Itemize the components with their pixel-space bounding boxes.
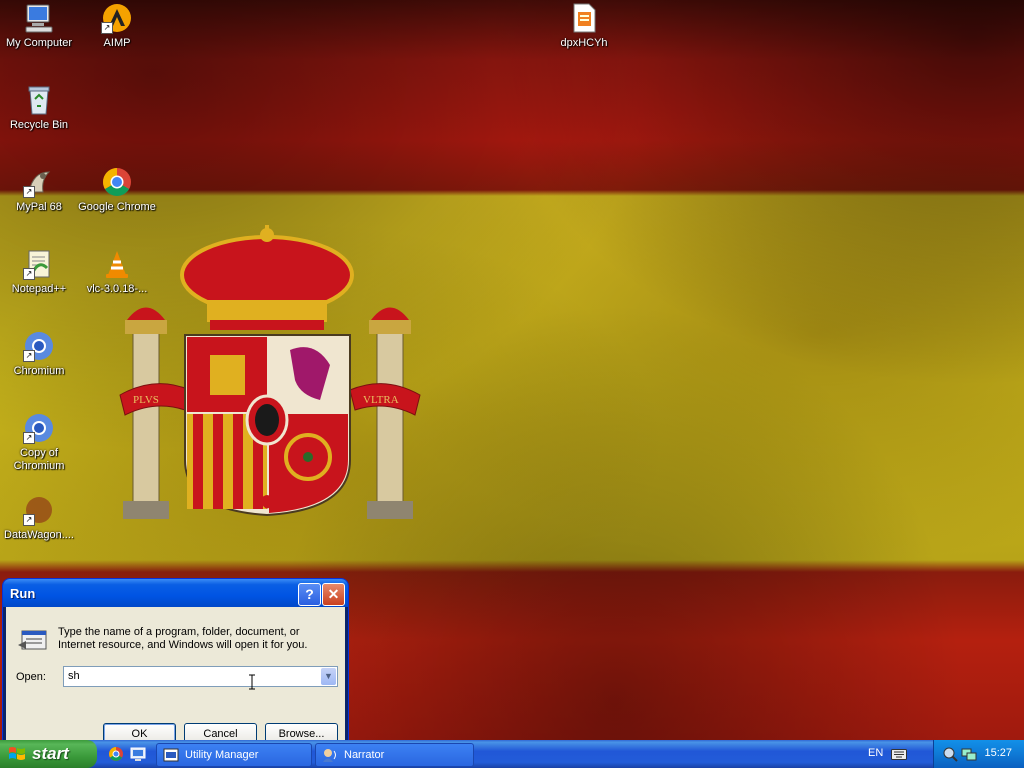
crown [180,225,354,330]
shortcut-arrow-icon: ↗ [23,268,35,280]
windows-logo-icon [9,747,25,760]
taskbar: start Utility Manager Narrator EN 15:27 [0,740,1024,768]
close-button[interactable]: ✕ [322,583,345,606]
shortcut-arrow-icon: ↗ [23,432,35,444]
magnifier-tray-icon[interactable] [942,746,958,762]
start-button[interactable]: start [0,740,97,768]
desktop-icon-vlc[interactable]: vlc-3.0.18-... [78,248,156,296]
network-tray-icon[interactable] [961,746,977,762]
quicklaunch-desktop-icon[interactable] [130,746,146,762]
chrome-icon [101,166,133,198]
run-program-icon [18,630,47,650]
desktop-icon-label: AIMP [103,37,131,49]
desktop-icon-label: Copy of Chromium [13,447,65,472]
chromium-icon: ↗ [23,412,55,444]
task-narrator[interactable]: Narrator [315,743,474,767]
desktop-icon-notepadpp[interactable]: ↗ Notepad++ [0,248,78,296]
motto-left: PLVS [133,394,159,406]
desktop-icon-mypal[interactable]: ↗ MyPal 68 [0,166,78,214]
shortcut-arrow-icon: ↗ [23,186,35,198]
narrator-icon [323,749,336,762]
run-dialog: Run ? ✕ Type the name of a program, fold… [3,579,348,744]
desktop-icon-label: dpxHCYh [560,37,608,49]
run-dialog-title: Run [10,586,36,601]
desktop-icon-label: Recycle Bin [9,119,69,131]
notepadpp-icon: ↗ [23,248,55,280]
desktop-icon-datawagon[interactable]: ↗ DataWagon.... [0,494,78,542]
text-cursor-icon [249,674,255,690]
coat-of-arms-wallpaper: PLVS VLTRA [119,225,421,519]
run-description: Type the name of a program, folder, docu… [58,626,308,651]
shortcut-arrow-icon: ↗ [101,22,113,34]
desktop-icon-label: Notepad++ [11,283,67,295]
desktop-icon-label: Chromium [13,365,65,377]
open-combobox[interactable]: sh ▼ [63,666,338,687]
desktop-icon-recycle-bin[interactable]: Recycle Bin [0,84,78,132]
desktop-icon-dpxhcyh[interactable]: dpxHCYh [545,2,623,50]
desktop-icon-copy-of-chromium[interactable]: ↗ Copy of Chromium [0,412,78,473]
help-button[interactable]: ? [298,583,321,606]
my-computer-icon [23,2,55,34]
desktop-icon-label: MyPal 68 [16,201,62,213]
desktop-icon-chromium[interactable]: ↗ Chromium [0,330,78,378]
shortcut-arrow-icon: ↗ [23,514,35,526]
motto-right: VLTRA [363,394,399,406]
vlc-icon [101,248,133,280]
shortcut-arrow-icon: ↗ [23,350,35,362]
file-icon [568,2,600,34]
task-utility-manager[interactable]: Utility Manager [156,743,312,767]
desktop-icon-label: Google Chrome [78,201,156,213]
language-indicator[interactable]: EN [868,747,883,759]
chromium-icon: ↗ [23,330,55,362]
run-dialog-body: Type the name of a program, folder, docu… [6,607,345,744]
open-input[interactable]: sh [68,670,80,682]
desktop-icon-google-chrome[interactable]: Google Chrome [78,166,156,214]
aimp-icon: ↗ [101,2,133,34]
open-label: Open: [16,671,46,683]
utility-manager-icon [163,748,179,762]
keyboard-icon[interactable] [891,747,907,761]
recycle-bin-icon [23,84,55,116]
desktop-icon-aimp[interactable]: ↗ AIMP [78,2,156,50]
desktop-icon-label: My Computer [5,37,73,49]
quicklaunch-chrome-icon[interactable] [108,746,124,762]
task-label: Narrator [344,749,385,761]
task-label: Utility Manager [185,749,259,761]
run-dialog-titlebar[interactable]: Run ? ✕ [3,579,348,607]
mypal-icon: ↗ [23,166,55,198]
right-pillar [367,307,413,519]
shield [184,334,351,517]
system-tray: 15:27 [933,740,1024,768]
desktop-icon-my-computer[interactable]: My Computer [0,2,78,50]
chevron-down-icon[interactable]: ▼ [321,668,336,685]
desktop-icon-label: vlc-3.0.18-... [86,283,148,295]
start-label: start [32,744,69,763]
clock[interactable]: 15:27 [984,747,1012,759]
desktop-icon-label: DataWagon.... [4,529,74,541]
datawagon-icon: ↗ [23,494,55,526]
